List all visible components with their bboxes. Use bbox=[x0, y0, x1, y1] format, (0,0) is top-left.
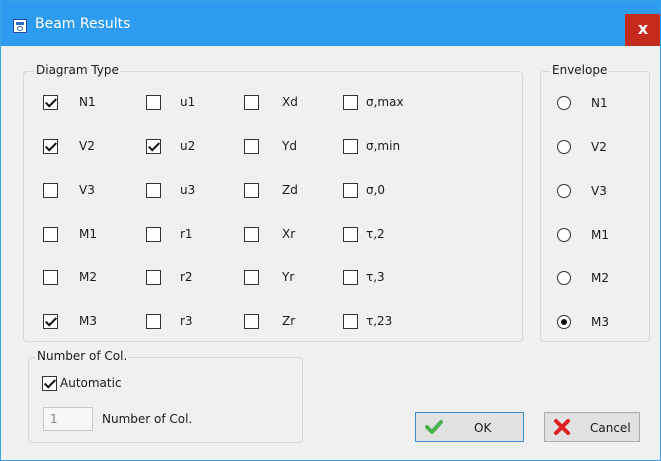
diagram-checkbox-label: σ,max bbox=[366, 95, 404, 109]
diagram-checkbox-label: u1 bbox=[180, 95, 196, 109]
diagram-checkbox-label: Yd bbox=[282, 139, 297, 153]
diagram-checkbox-xr-23[interactable] bbox=[244, 227, 259, 242]
diagram-checkbox-max-30[interactable] bbox=[343, 95, 358, 110]
diagram-checkbox-label: r3 bbox=[180, 314, 193, 328]
diagram-checkbox-label: τ,23 bbox=[366, 314, 393, 328]
diagram-checkbox-m3-05[interactable] bbox=[43, 314, 58, 329]
diagram-type-legend: Diagram Type bbox=[34, 63, 121, 77]
diagram-checkbox-n1-00[interactable] bbox=[43, 95, 58, 110]
diagram-checkbox-label: Zd bbox=[282, 183, 298, 197]
automatic-checkbox[interactable] bbox=[42, 376, 57, 391]
diagram-checkbox-xd-20[interactable] bbox=[244, 95, 259, 110]
diagram-checkbox-v2-01[interactable] bbox=[43, 139, 58, 154]
diagram-checkbox-label: u2 bbox=[180, 139, 196, 153]
diagram-checkbox-label: Zr bbox=[282, 314, 296, 328]
diagram-checkbox-23-35[interactable] bbox=[343, 314, 358, 329]
diagram-checkbox-yr-24[interactable] bbox=[244, 270, 259, 285]
diagram-checkbox-0-32[interactable] bbox=[343, 183, 358, 198]
cancel-button-label: Cancel bbox=[590, 421, 631, 435]
diagram-checkbox-min-31[interactable] bbox=[343, 139, 358, 154]
diagram-checkbox-label: N1 bbox=[79, 95, 96, 109]
diagram-checkbox-label: τ,2 bbox=[366, 227, 385, 241]
diagram-checkbox-label: r1 bbox=[180, 227, 193, 241]
diagram-checkbox-label: σ,min bbox=[366, 139, 401, 153]
diagram-checkbox-r3-15[interactable] bbox=[146, 314, 161, 329]
cancel-button[interactable]: Cancel bbox=[544, 412, 640, 442]
number-of-col-field-label: Number of Col. bbox=[102, 412, 193, 426]
automatic-label: Automatic bbox=[60, 376, 122, 390]
ok-button[interactable]: OK bbox=[415, 412, 524, 442]
diagram-checkbox-label: V3 bbox=[79, 183, 95, 197]
diagram-checkbox-label: V2 bbox=[79, 139, 95, 153]
envelope-radio-label: M3 bbox=[591, 315, 609, 329]
diagram-checkbox-label: Xr bbox=[282, 227, 296, 241]
envelope-radio-label: V3 bbox=[591, 184, 607, 198]
diagram-checkbox-m1-03[interactable] bbox=[43, 227, 58, 242]
diagram-checkbox-zd-22[interactable] bbox=[244, 183, 259, 198]
diagram-checkbox-label: u3 bbox=[180, 183, 196, 197]
diagram-checkbox-label: M2 bbox=[79, 270, 97, 284]
diagram-checkbox-zr-25[interactable] bbox=[244, 314, 259, 329]
diagram-type-group: Diagram Type bbox=[23, 63, 523, 342]
envelope-radio-label: M1 bbox=[591, 228, 609, 242]
diagram-checkbox-r1-13[interactable] bbox=[146, 227, 161, 242]
diagram-checkbox-label: τ,3 bbox=[366, 270, 385, 284]
diagram-checkbox-m2-04[interactable] bbox=[43, 270, 58, 285]
number-of-col-legend: Number of Col. bbox=[35, 349, 130, 363]
diagram-checkbox-v3-02[interactable] bbox=[43, 183, 58, 198]
envelope-radio-label: N1 bbox=[591, 96, 608, 110]
close-button[interactable]: x bbox=[625, 14, 661, 46]
diagram-checkbox-label: r2 bbox=[180, 270, 193, 284]
envelope-radio-m2[interactable] bbox=[557, 271, 571, 285]
diagram-checkbox-r2-14[interactable] bbox=[146, 270, 161, 285]
envelope-radio-m1[interactable] bbox=[557, 228, 571, 242]
diagram-checkbox-u3-12[interactable] bbox=[146, 183, 161, 198]
ok-button-label: OK bbox=[474, 421, 492, 435]
title-bar: Beam Results x bbox=[0, 0, 661, 46]
envelope-radio-m3[interactable] bbox=[557, 315, 571, 329]
green-check-icon bbox=[425, 420, 443, 434]
envelope-radio-v2[interactable] bbox=[557, 140, 571, 154]
window-title: Beam Results bbox=[35, 16, 131, 32]
beam-results-dialog: Beam Results x Diagram Type N1 V2 V3 M1 M2 M3… bbox=[0, 0, 661, 461]
diagram-checkbox-3-34[interactable] bbox=[343, 270, 358, 285]
diagram-checkbox-label: Xd bbox=[282, 95, 298, 109]
diagram-checkbox-label: M3 bbox=[79, 314, 97, 328]
diagram-checkbox-label: M1 bbox=[79, 227, 97, 241]
red-x-icon bbox=[554, 419, 570, 435]
envelope-radio-label: V2 bbox=[591, 140, 607, 154]
diagram-checkbox-u2-11[interactable] bbox=[146, 139, 161, 154]
envelope-radio-label: M2 bbox=[591, 271, 609, 285]
number-of-col-input[interactable]: 1 bbox=[43, 407, 93, 431]
envelope-radio-v3[interactable] bbox=[557, 184, 571, 198]
envelope-legend: Envelope bbox=[550, 63, 610, 77]
diagram-checkbox-u1-10[interactable] bbox=[146, 95, 161, 110]
diagram-checkbox-yd-21[interactable] bbox=[244, 139, 259, 154]
diagram-checkbox-label: Yr bbox=[282, 270, 295, 284]
envelope-group: Envelope bbox=[540, 63, 650, 342]
diagram-checkbox-2-33[interactable] bbox=[343, 227, 358, 242]
app-icon bbox=[13, 19, 27, 33]
diagram-checkbox-label: σ,0 bbox=[366, 183, 386, 197]
envelope-radio-n1[interactable] bbox=[557, 96, 571, 110]
